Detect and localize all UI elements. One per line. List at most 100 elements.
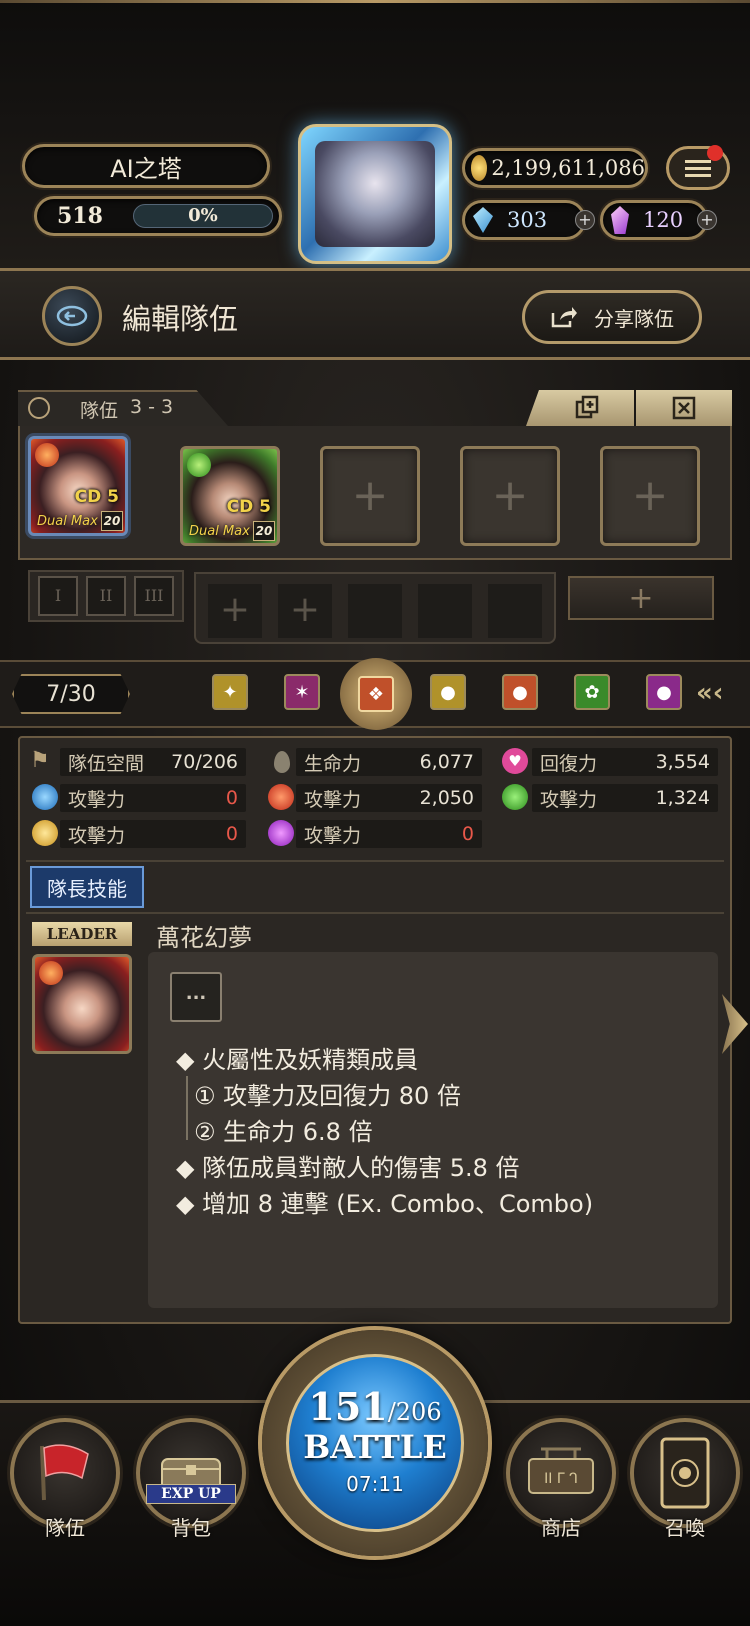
extra-slot-4 (418, 584, 472, 638)
dark-atk-stat: 攻擊力 0 (296, 820, 482, 848)
filter-god-icon[interactable]: ● (646, 674, 682, 710)
diamond-count: 303 (507, 208, 548, 232)
notification-dot (707, 145, 723, 161)
stamina-display: 151/206 (286, 1384, 464, 1429)
scroll-left-icon[interactable]: «‹ (696, 678, 724, 708)
card-1-badge: Dual Max (37, 514, 98, 529)
leader-skill-tab[interactable]: 隊長技能 (30, 866, 144, 908)
formation-tab-3[interactable]: III (134, 576, 174, 616)
water-atk-label: 攻擊力 (68, 788, 126, 811)
formation-tabs: I II III (28, 570, 184, 622)
card-count-value: 7/30 (46, 681, 96, 707)
formation-tab-2[interactable]: II (86, 576, 126, 616)
recovery-label: 回復力 (540, 752, 598, 775)
team-member-card-1[interactable]: CD 5 Dual Max 20 (28, 436, 128, 536)
share-icon (551, 307, 577, 328)
team-space-label: 隊伍空間 (68, 752, 145, 775)
empty-slot-4[interactable]: + (460, 446, 560, 546)
add-slot-button[interactable]: + (568, 576, 714, 620)
copy-icon (575, 395, 599, 419)
back-arrow-icon (56, 305, 88, 327)
extra-slot-1[interactable]: + (208, 584, 262, 638)
fairy-icon: ❖ (358, 676, 394, 712)
stamina-max: /206 (387, 1398, 442, 1426)
card-1-cd: CD 5 (74, 487, 119, 507)
heart-icon: ♥ (502, 748, 528, 774)
card-2-cd: CD 5 (226, 497, 271, 517)
crystal-icon (611, 206, 629, 234)
copy-team-button[interactable] (526, 390, 634, 426)
add-crystal-icon[interactable]: + (697, 210, 717, 230)
svg-text:II ᒥ ᒉ: II ᒥ ᒉ (544, 1471, 578, 1487)
hp-value: 6,077 (419, 751, 474, 773)
filter-demon-icon[interactable]: ● (502, 674, 538, 710)
hp-stat: 生命力 6,077 (296, 748, 482, 776)
empty-slot-3[interactable]: + (320, 446, 420, 546)
filter-human-icon[interactable]: ● (430, 674, 466, 710)
extra-slots-panel: + + (194, 572, 556, 644)
plus-icon: + (491, 470, 529, 521)
extra-slot-2[interactable]: + (278, 584, 332, 638)
team-space-stat: 隊伍空間 70/206 (60, 748, 246, 776)
skill-line-5: ◆ 增加 8 連擊 (Ex. Combo、Combo) (176, 1190, 594, 1218)
plus-icon: + (628, 580, 654, 616)
plus-icon: + (631, 470, 669, 521)
extra-slot-3 (348, 584, 402, 638)
card-2-badge: Dual Max (189, 524, 250, 539)
clear-team-button[interactable] (636, 390, 732, 426)
water-atk-stat: 攻擊力 0 (60, 784, 246, 812)
fire-icon (268, 784, 294, 810)
level-pill: 518 0% (34, 196, 282, 236)
top-ornament (0, 0, 750, 3)
location-name: AI之塔 (110, 154, 182, 183)
crystal-pill: 120 + (600, 200, 717, 240)
player-avatar[interactable] (298, 124, 452, 264)
extra-slot-5 (488, 584, 542, 638)
filter-beast-icon[interactable]: ✶ (284, 674, 320, 710)
leader-portrait[interactable] (32, 954, 132, 1054)
dark-atk-value: 0 (461, 823, 474, 845)
nav-bag-label: 背包 (171, 1516, 211, 1540)
wood-attribute-icon (187, 453, 211, 477)
filter-elf-icon[interactable]: ✦ (212, 674, 248, 710)
team-index: 3 - 3 (130, 396, 174, 418)
filter-paw-icon[interactable]: ✿ (574, 674, 610, 710)
leader-badge: LEADER (32, 922, 132, 946)
stamina-current: 151 (308, 1384, 388, 1429)
card-2-level: 20 (253, 521, 275, 541)
add-diamond-icon[interactable]: + (575, 210, 595, 230)
dark-atk-label: 攻擊力 (304, 824, 362, 847)
back-button[interactable] (42, 286, 102, 346)
team-tab-icon (28, 397, 50, 419)
menu-button[interactable] (666, 145, 730, 190)
close-icon (672, 396, 696, 420)
skill-line-1: ◆ 火屬性及妖精類成員 (176, 1046, 419, 1074)
fire-attribute-icon (39, 961, 63, 985)
diamond-pill: 303 + (462, 200, 595, 240)
nav-shop-label: 商店 (541, 1516, 581, 1540)
team-member-card-2[interactable]: CD 5 Dual Max 20 (180, 446, 280, 546)
formation-tab-1[interactable]: I (38, 576, 78, 616)
fire-atk-stat: 攻擊力 2,050 (296, 784, 482, 812)
shop-sign-icon: II ᒥ ᒉ (528, 1447, 594, 1494)
share-team-button[interactable]: 分享隊伍 (522, 290, 702, 344)
coin-icon (471, 155, 488, 181)
light-atk-stat: 攻擊力 0 (60, 820, 246, 848)
location-pill: AI之塔 (22, 144, 270, 188)
exp-up-badge: EXP UP (146, 1484, 236, 1504)
recovery-value: 3,554 (655, 751, 710, 773)
fire-atk-value: 2,050 (419, 787, 474, 809)
card-1-level: 20 (101, 511, 123, 531)
card-count: 7/30 (12, 674, 130, 714)
hp-icon (270, 748, 294, 776)
skill-line-4: ◆ 隊伍成員對敵人的傷害 5.8 倍 (176, 1154, 520, 1182)
empty-slot-5[interactable]: + (600, 446, 700, 546)
light-atk-label: 攻擊力 (68, 824, 126, 847)
diamond-icon (473, 207, 493, 233)
player-level: 518 (57, 203, 103, 229)
fire-atk-label: 攻擊力 (304, 788, 362, 811)
more-button[interactable]: ... (170, 972, 222, 1022)
filter-fairy-selected[interactable]: ❖ (340, 658, 412, 730)
flag-icon (40, 1444, 89, 1501)
crystal-count: 120 (643, 208, 684, 232)
